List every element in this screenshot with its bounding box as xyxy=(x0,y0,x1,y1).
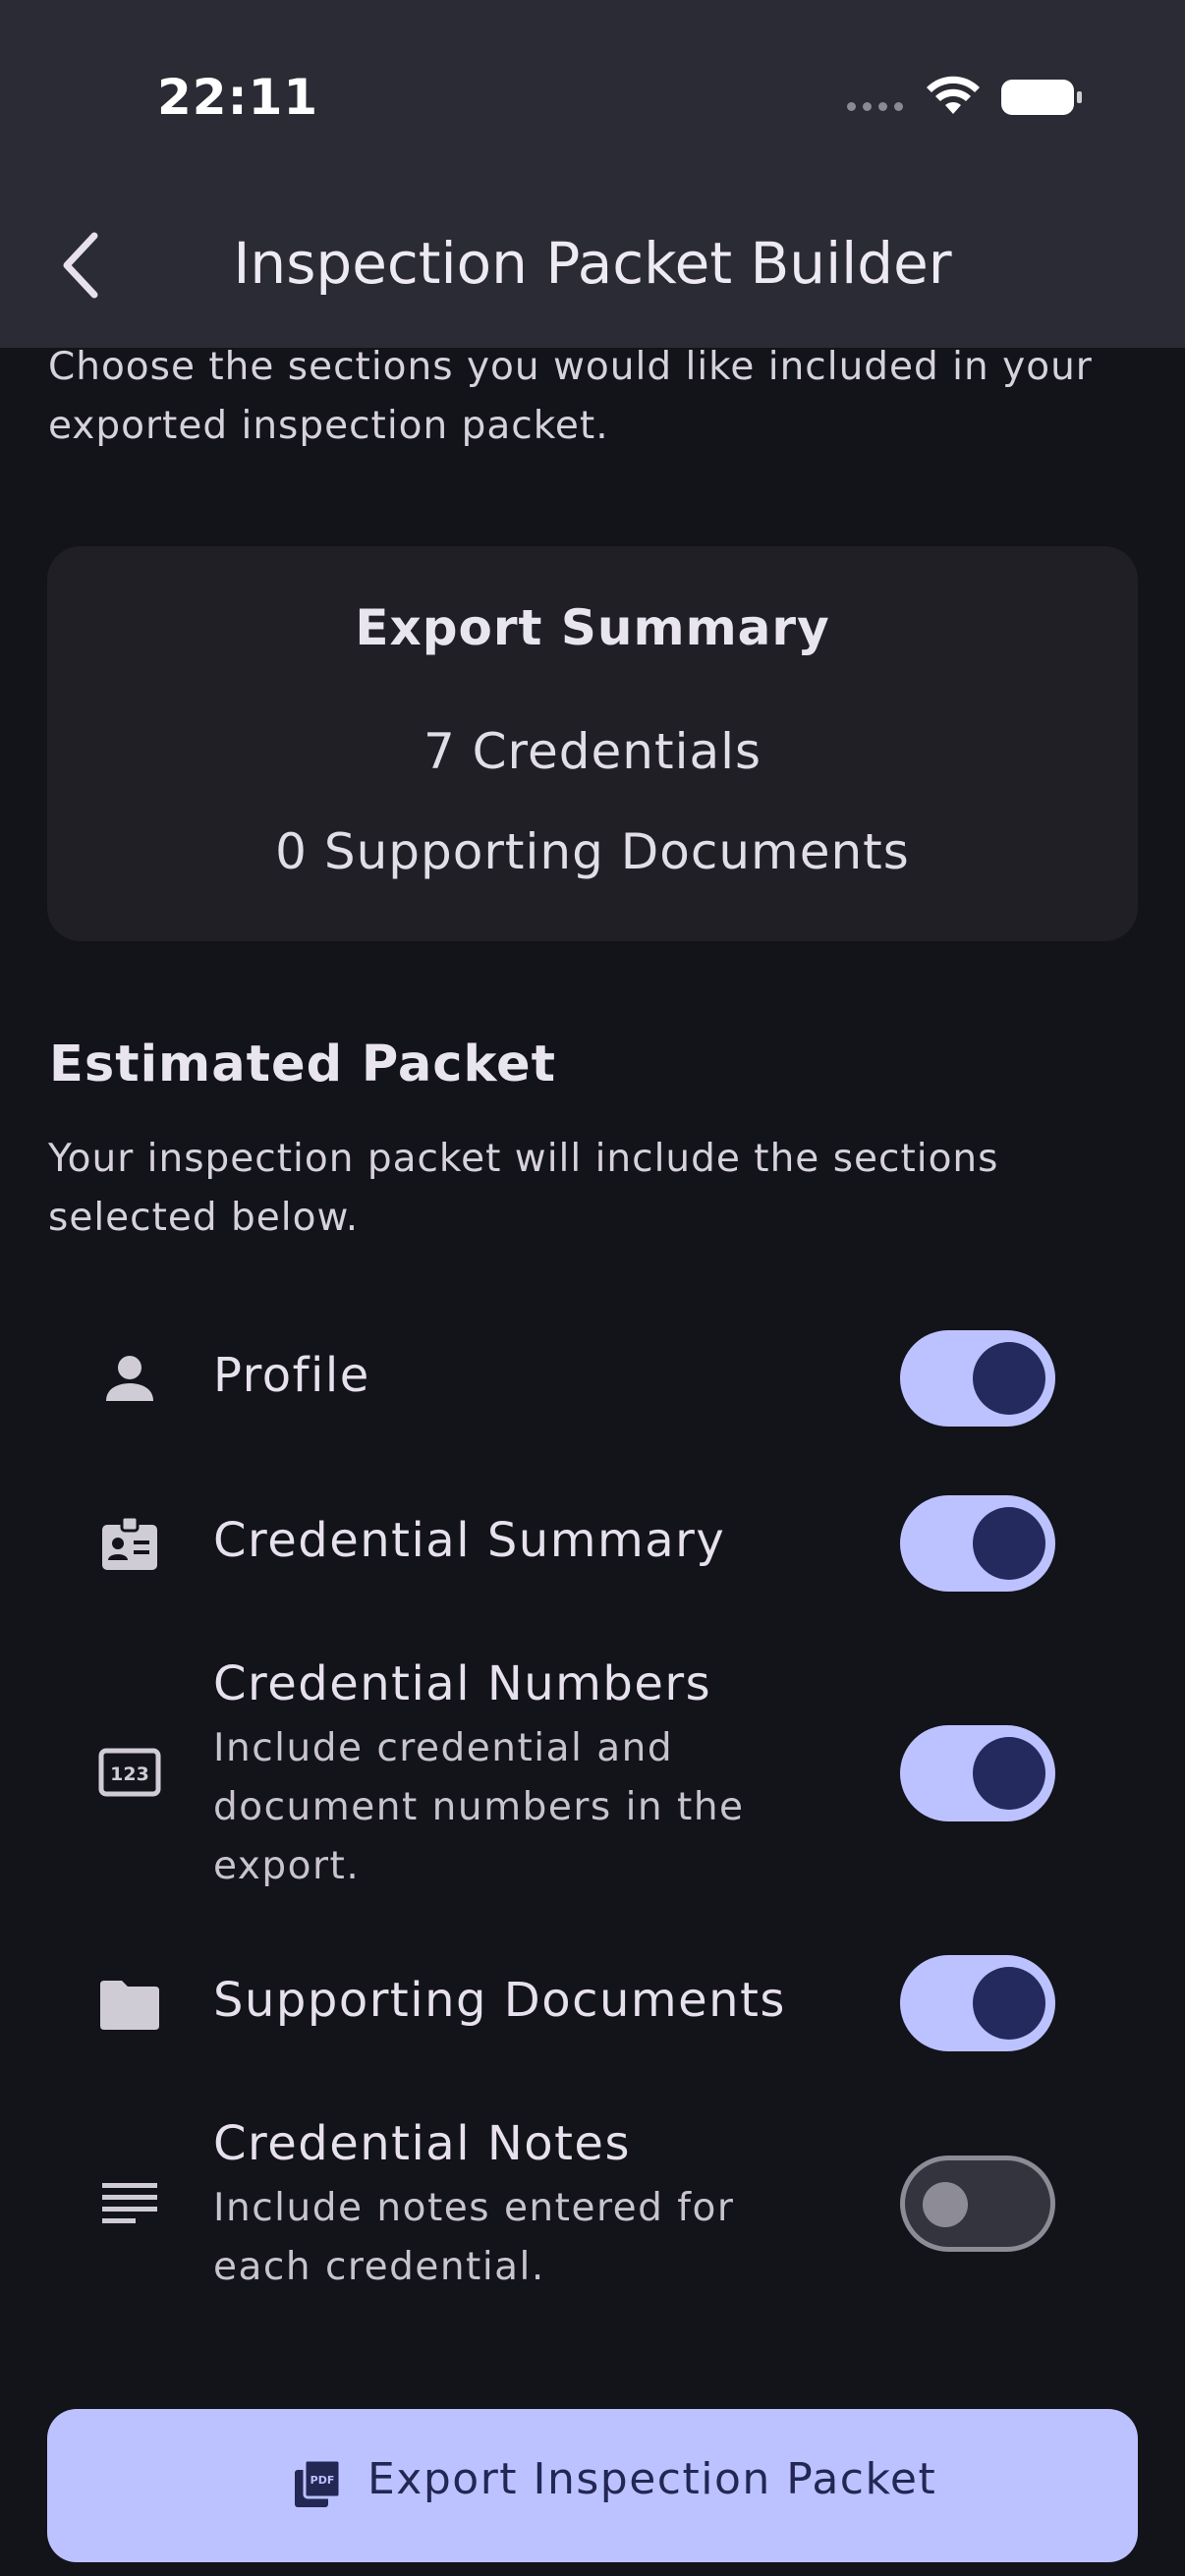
option-label-supporting-documents: Supporting Documents xyxy=(213,1973,786,2028)
option-label-profile: Profile xyxy=(213,1348,370,1403)
summary-title: Export Summary xyxy=(355,599,830,656)
svg-text:PDF: PDF xyxy=(310,2474,335,2487)
option-label-credential-summary: Credential Summary xyxy=(213,1513,726,1568)
export-packet-button[interactable]: PDF Export Inspection Packet xyxy=(47,2409,1138,2562)
folder-icon xyxy=(100,1981,159,2030)
section-description: Your inspection packet will include the … xyxy=(48,1137,999,1240)
toggle-credential-notes[interactable] xyxy=(900,2156,1055,2252)
option-label-credential-notes: Credential Notes xyxy=(213,2116,631,2171)
option-subtitle-credential-numbers: Include credential and document numbers … xyxy=(213,1726,745,1888)
option-subtitle-credential-notes: Include notes entered for each credentia… xyxy=(213,2186,735,2289)
pdf-icon: PDF xyxy=(295,2458,342,2507)
export-button-label: Export Inspection Packet xyxy=(367,2454,937,2504)
toggle-supporting-documents[interactable] xyxy=(900,1955,1055,2051)
svg-text:123: 123 xyxy=(110,1764,149,1785)
cellular-signal-icon xyxy=(847,102,903,111)
status-time: 22:11 xyxy=(157,69,319,126)
numbers-123-icon: 123 xyxy=(98,1748,161,1797)
notes-icon xyxy=(102,2183,157,2223)
page-title: Inspection Packet Builder xyxy=(233,230,952,297)
credentials-count: 7 Credentials xyxy=(423,723,762,780)
toggle-profile[interactable] xyxy=(900,1330,1055,1427)
documents-count: 0 Supporting Documents xyxy=(275,823,910,880)
section-title: Estimated Packet xyxy=(49,1036,557,1093)
badge-icon xyxy=(102,1515,157,1570)
toggle-credential-numbers[interactable] xyxy=(900,1725,1055,1821)
wifi-icon xyxy=(927,76,980,114)
battery-icon xyxy=(1001,80,1082,115)
option-label-credential-numbers: Credential Numbers xyxy=(213,1656,712,1711)
person-icon xyxy=(106,1356,153,1401)
intro-text: Choose the sections you would like inclu… xyxy=(48,345,1093,448)
toggle-credential-summary[interactable] xyxy=(900,1495,1055,1592)
